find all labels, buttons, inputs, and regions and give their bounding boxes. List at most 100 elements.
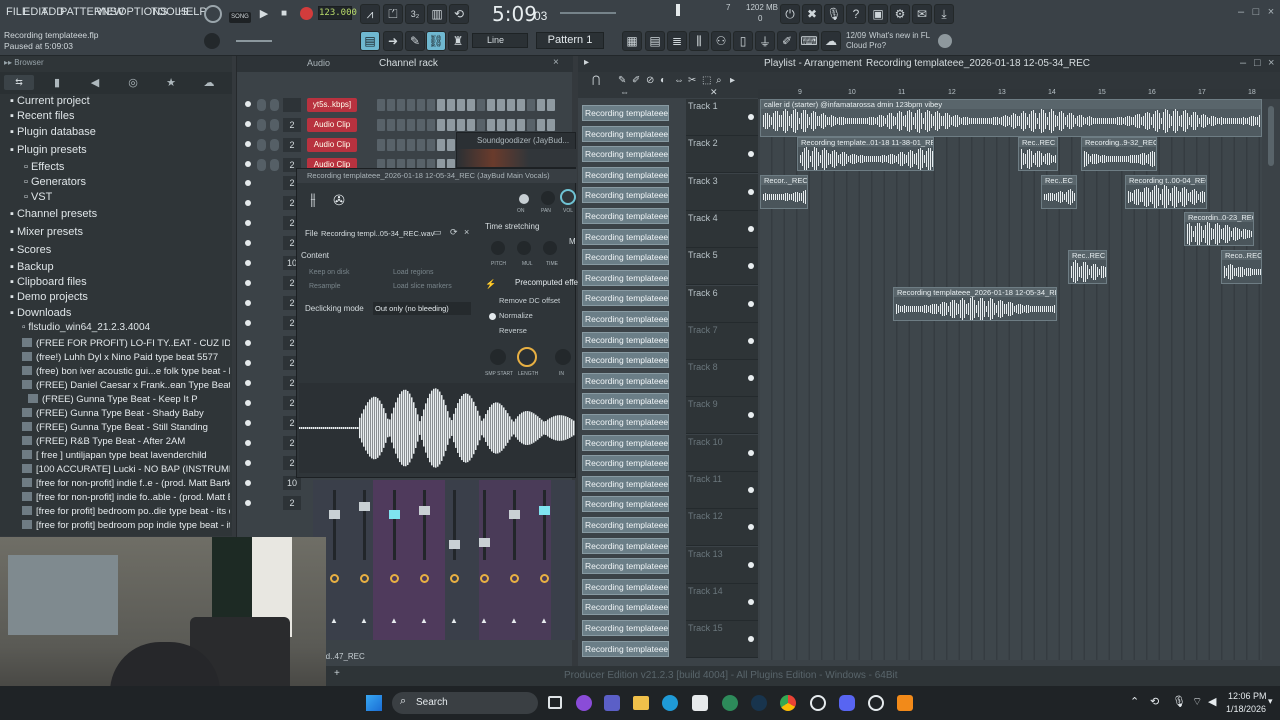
- track-header[interactable]: Track 4: [686, 210, 758, 248]
- loop-record-icon[interactable]: ⟲: [449, 4, 469, 24]
- track-header[interactable]: Track 12: [686, 509, 758, 547]
- route-arrow-icon[interactable]: ▲: [510, 616, 518, 625]
- pan-knob[interactable]: [541, 191, 555, 205]
- tools-icon[interactable]: ⚙: [890, 4, 910, 24]
- close-icon[interactable]: ×: [1265, 6, 1277, 18]
- channel-led[interactable]: [245, 360, 251, 366]
- track-header[interactable]: Track 7: [686, 322, 758, 360]
- tray-sync-icon[interactable]: ⟲: [1150, 695, 1159, 708]
- news-line1[interactable]: What's new in FL: [869, 31, 930, 40]
- fader-handle[interactable]: [479, 538, 490, 547]
- clip-source-item[interactable]: Recording templateee_2: [582, 372, 669, 389]
- route-arrow-icon[interactable]: ▲: [450, 616, 458, 625]
- channel-button[interactable]: yt5s..kbps]: [307, 98, 357, 112]
- browser-file[interactable]: [free for non-profit] indie fo..able - (…: [22, 492, 230, 506]
- browser-item[interactable]: ▫ Effects: [24, 161, 64, 177]
- mixer-send-knob[interactable]: [330, 574, 339, 583]
- channel-vol-knob[interactable]: [270, 159, 279, 171]
- clip-source-item[interactable]: Recording templateee_2: [582, 187, 669, 204]
- channel-led[interactable]: [245, 220, 251, 226]
- master-knob[interactable]: [204, 33, 220, 49]
- channel-led[interactable]: [245, 121, 251, 127]
- mixer-send-knob[interactable]: [450, 574, 459, 583]
- browser-files-icon[interactable]: ▮: [50, 75, 64, 90]
- tray-chevron-icon[interactable]: ⌃: [1130, 695, 1139, 708]
- delete-icon[interactable]: ⊘: [646, 75, 654, 86]
- load-regions-option[interactable]: Load regions: [393, 269, 433, 276]
- file-value[interactable]: Recording templ..05-34_REC.wav: [321, 229, 434, 238]
- fader-handle[interactable]: [359, 502, 370, 511]
- route-arrow-icon[interactable]: ▲: [540, 616, 548, 625]
- zoom-icon[interactable]: ⌕: [716, 75, 722, 86]
- clip-source-item[interactable]: Recording templateee_2: [582, 228, 669, 245]
- sampler-waveform-tab-icon[interactable]: ⫲: [303, 191, 323, 209]
- route-arrow-icon[interactable]: ▲: [480, 616, 488, 625]
- browser-file[interactable]: (free) bon iver acoustic gui...e folk ty…: [22, 366, 230, 380]
- copilot-icon[interactable]: [576, 695, 592, 711]
- browser-icon[interactable]: ▯: [733, 31, 753, 51]
- clip-source-item[interactable]: Recording templateee_2: [582, 146, 669, 163]
- mute-icon[interactable]: ◐: [660, 75, 666, 86]
- clip-source-item[interactable]: Recording templateee_2: [582, 558, 669, 575]
- view-playlist-icon[interactable]: ▤: [360, 31, 380, 51]
- cloud-icon[interactable]: ☁: [821, 31, 841, 51]
- track-header[interactable]: Track 2: [686, 136, 758, 174]
- route-arrow-icon[interactable]: ▲: [330, 616, 338, 625]
- fl-studio-icon[interactable]: [897, 695, 913, 711]
- clip-source-item[interactable]: Recording templateee_2: [582, 311, 669, 327]
- clip-source-item[interactable]: Recording templateee_2: [582, 496, 669, 513]
- normalize-radio[interactable]: [489, 313, 496, 320]
- channel-rack-icon[interactable]: ≣: [667, 31, 687, 51]
- channel-mixer-track[interactable]: 2: [283, 138, 301, 152]
- edge-icon[interactable]: [662, 695, 678, 711]
- clip-source-item[interactable]: Recording templateee_2: [582, 269, 669, 286]
- clip-source-item[interactable]: Recording templateee_2: [582, 125, 669, 142]
- song-mode-toggle[interactable]: SONG: [229, 12, 251, 23]
- minimize-icon[interactable]: –: [1235, 6, 1247, 18]
- teams-icon[interactable]: [604, 695, 620, 711]
- audio-clip[interactable]: Recor.._REC: [760, 175, 808, 209]
- track-header[interactable]: Track 15: [686, 621, 758, 659]
- pencil-icon[interactable]: ✎: [618, 75, 626, 86]
- browser-item[interactable]: ▪ Clipboard files: [10, 276, 87, 292]
- normalize-option[interactable]: Normalize: [499, 311, 533, 320]
- plugin-picker-icon[interactable]: ⚇: [711, 31, 731, 51]
- maximize-icon[interactable]: □: [1254, 57, 1261, 69]
- stop-icon[interactable]: ■: [277, 5, 291, 21]
- channel-led[interactable]: [245, 161, 251, 167]
- channel-mixer-track[interactable]: 10: [283, 476, 301, 490]
- track-mute-led[interactable]: [748, 188, 754, 195]
- clip-source-item[interactable]: Recording templateee_2: [582, 208, 669, 224]
- discord-icon[interactable]: [839, 695, 855, 711]
- mixer-icon[interactable]: ⫼: [689, 31, 709, 51]
- clock-date[interactable]: 1/18/2026: [1226, 704, 1266, 714]
- mul-knob[interactable]: [517, 241, 531, 255]
- tempo-display[interactable]: 123.000: [318, 6, 357, 20]
- browser-item[interactable]: ▪ Recent files: [10, 110, 74, 126]
- fader-handle[interactable]: [389, 510, 400, 519]
- channel-vol-knob[interactable]: [270, 139, 279, 151]
- browser-file[interactable]: (FREE) Gunna Type Beat - Shady Baby: [22, 408, 230, 422]
- zoom-slider[interactable]: [236, 40, 272, 42]
- route-arrow-icon[interactable]: ▲: [390, 616, 398, 625]
- length-knob[interactable]: [517, 347, 537, 367]
- channel-vol-knob[interactable]: [270, 99, 279, 111]
- track-mute-led[interactable]: [748, 114, 754, 120]
- declick-select[interactable]: Out only (no bleeding): [373, 302, 471, 315]
- audio-clip[interactable]: Recordin..0-23_REC: [1184, 212, 1254, 246]
- browser-item[interactable]: ▫ flstudio_win64_21.2.3.4004: [22, 322, 150, 338]
- time-knob[interactable]: [543, 241, 557, 255]
- close-icon[interactable]: ×: [553, 57, 559, 68]
- mixer-send-knob[interactable]: [360, 574, 369, 583]
- news-settings-icon[interactable]: [938, 34, 952, 48]
- slip-icon[interactable]: ⇔: [674, 75, 684, 86]
- browser-item[interactable]: ▪ Downloads: [10, 307, 71, 323]
- recorder-icon[interactable]: [810, 695, 826, 711]
- link-icon[interactable]: ⛓: [426, 31, 446, 51]
- browser-item[interactable]: ▪ Plugin database: [10, 126, 96, 142]
- clip-source-item[interactable]: Recording templateee_2: [582, 475, 669, 492]
- channel-led[interactable]: [245, 500, 251, 506]
- track-header[interactable]: Track 14: [686, 583, 758, 621]
- browser-item[interactable]: ▫ VST: [24, 191, 52, 207]
- browser-file[interactable]: (FREE) Daniel Caesar x Frank..ean Type B…: [22, 380, 230, 394]
